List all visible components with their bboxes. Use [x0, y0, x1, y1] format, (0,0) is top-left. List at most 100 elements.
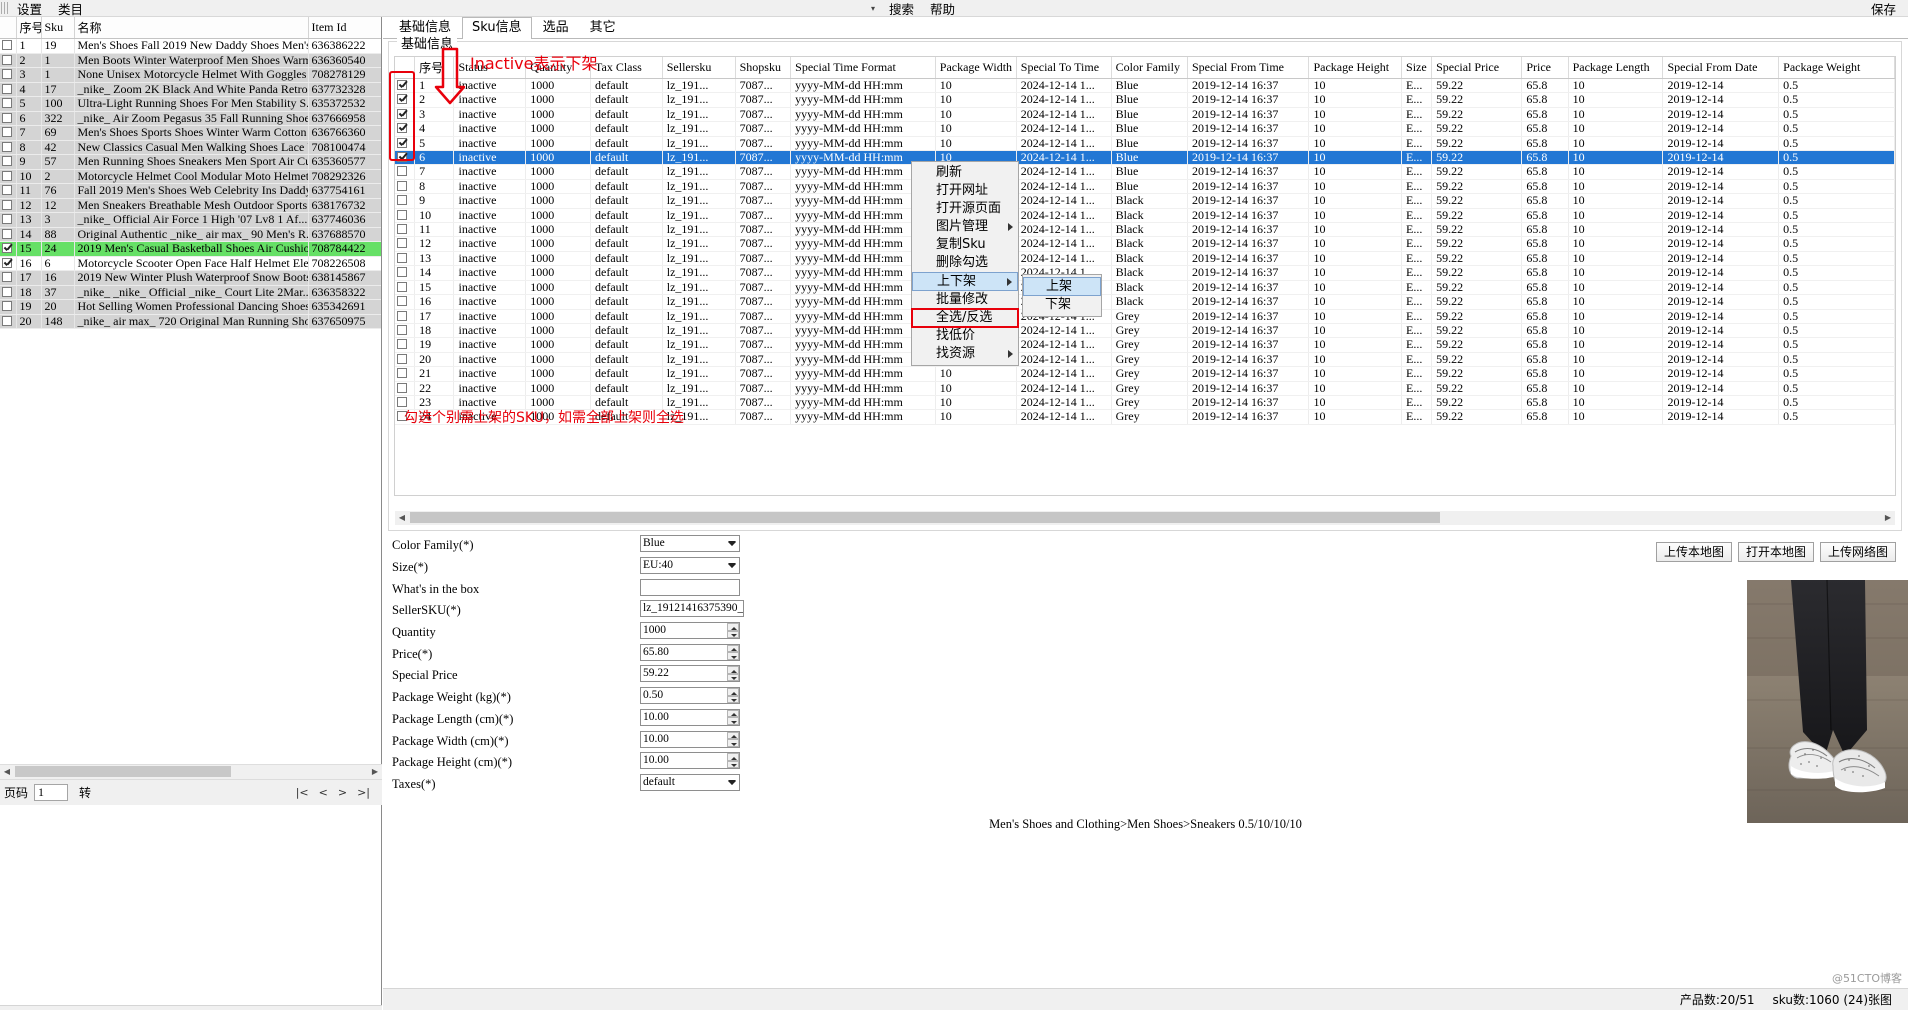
- input-sellersku[interactable]: lz_19121416375390_19: [640, 600, 744, 618]
- input-package-height-cm[interactable]: 10.00: [640, 752, 740, 770]
- sku-row-checkbox[interactable]: [395, 294, 416, 310]
- sku-column-16[interactable]: Package Length: [1568, 57, 1664, 79]
- sku-column-9[interactable]: Special To Time: [1016, 57, 1112, 79]
- sku-row-checkbox[interactable]: [395, 164, 416, 180]
- sku-row-checkbox[interactable]: [395, 251, 416, 267]
- spinner-down-icon[interactable]: [727, 630, 739, 639]
- table-row[interactable]: 7 69 Men's Shoes Sports Shoes Winter Warm …: [0, 125, 381, 141]
- sku-row-checkbox[interactable]: [395, 236, 416, 252]
- row-checkbox[interactable]: [0, 314, 17, 329]
- menu-item-settings[interactable]: 设置: [9, 0, 50, 19]
- spinner-down-icon[interactable]: [727, 652, 739, 660]
- sku-table-row[interactable]: 6 inactive 1000 default lz_191... 7087... yyyy…: [395, 150, 1895, 166]
- sku-scroll-right-icon[interactable]: ▶: [1881, 510, 1895, 525]
- context-menu-item-6[interactable]: 删除勾选: [912, 254, 1018, 272]
- table-row[interactable]: 12 12 Men Sneakers Breathable Mesh Outdoor…: [0, 198, 381, 213]
- table-row[interactable]: 10 2 Motorcycle Helmet Cool Modular Moto H…: [0, 169, 381, 184]
- chevron-down-icon[interactable]: [728, 541, 736, 547]
- table-row[interactable]: 9 57 Men Running Shoes Sneakers Men Sport …: [0, 154, 381, 170]
- row-checkbox[interactable]: [0, 154, 17, 170]
- row-checkbox[interactable]: [0, 299, 17, 315]
- sku-table-row[interactable]: 9 inactive 1000 default lz_191... 7087... yyyy…: [395, 193, 1895, 209]
- row-checkbox[interactable]: [0, 227, 17, 242]
- sku-column-13[interactable]: Size: [1401, 57, 1433, 79]
- context-menu-item-11[interactable]: 找资源: [912, 345, 1018, 363]
- column-item-id[interactable]: Item Id: [308, 17, 381, 39]
- sku-row-checkbox[interactable]: [395, 179, 416, 195]
- spinner-down-icon[interactable]: [727, 717, 739, 725]
- sku-table-row[interactable]: 13 inactive 1000 default lz_191... 7087... yyy…: [395, 251, 1895, 267]
- checkbox-icon[interactable]: [2, 127, 12, 137]
- chevron-down-icon[interactable]: ▾: [871, 4, 881, 13]
- sku-table-row[interactable]: 7 inactive 1000 default lz_191... 7087... yyyy…: [395, 164, 1895, 180]
- sku-table-row[interactable]: 1 inactive 1000 default lz_191... 7087... yyyy…: [395, 78, 1895, 94]
- input-what-s-in-the-box[interactable]: [640, 578, 740, 596]
- page-number-input[interactable]: 1: [34, 784, 69, 801]
- checkbox-icon[interactable]: [397, 209, 407, 220]
- row-checkbox[interactable]: [0, 212, 17, 228]
- context-menu-item-10[interactable]: 找低价: [912, 327, 1018, 345]
- sku-row-checkbox[interactable]: [395, 352, 416, 368]
- sku-column-10[interactable]: Color Family: [1111, 57, 1189, 79]
- checkbox-icon[interactable]: [397, 368, 407, 379]
- row-checkbox[interactable]: [0, 198, 17, 213]
- spinner-down-icon[interactable]: [727, 760, 739, 769]
- sku-row-checkbox[interactable]: [395, 280, 416, 296]
- checkbox-icon[interactable]: [2, 228, 12, 239]
- checkbox-icon[interactable]: [2, 199, 12, 210]
- context-menu-item-1[interactable]: 刷新: [912, 164, 1018, 182]
- select-color-family[interactable]: Blue: [640, 535, 740, 553]
- sku-column-5[interactable]: Sellersku: [662, 57, 736, 79]
- checkbox-icon[interactable]: [2, 243, 12, 253]
- sku-table-row[interactable]: 17 inactive 1000 default lz_191... 7087... yyy…: [395, 309, 1895, 324]
- context-menu-item-4[interactable]: 图片管理: [912, 218, 1018, 236]
- row-checkbox[interactable]: [0, 270, 17, 286]
- sku-table-row[interactable]: 11 inactive 1000 default lz_191... 7087... yyy…: [395, 222, 1895, 238]
- checkbox-icon[interactable]: [2, 54, 12, 65]
- context-menu-item-5[interactable]: 复制Sku: [912, 236, 1018, 254]
- row-checkbox[interactable]: [0, 67, 17, 83]
- input-package-weight-kg[interactable]: 0.50: [640, 687, 740, 705]
- spinner-control[interactable]: [727, 623, 739, 639]
- checkbox-icon[interactable]: [2, 214, 12, 224]
- sku-table-row[interactable]: 22 inactive 1000 default lz_191... 7087... yyy…: [395, 381, 1895, 396]
- sku-scroll-left-icon[interactable]: ◀: [395, 510, 409, 525]
- sku-table-row[interactable]: 14 inactive 1000 default lz_191... 7087... yyy…: [395, 265, 1895, 281]
- table-row[interactable]: 14 88 Original Authentic _nike_ air max_ 9…: [0, 227, 381, 242]
- table-row[interactable]: 11 76 Fall 2019 Men's Shoes Web Celebrity …: [0, 183, 381, 199]
- sku-table-row[interactable]: 19 inactive 1000 default lz_191... 7087... yyy…: [395, 337, 1895, 353]
- spinner-control[interactable]: [727, 753, 739, 769]
- row-checkbox[interactable]: [0, 53, 17, 68]
- column-checkbox-all[interactable]: [0, 17, 17, 39]
- sku-table-row[interactable]: 12 inactive 1000 default lz_191... 7087... yyy…: [395, 236, 1895, 252]
- checkbox-icon[interactable]: [397, 180, 407, 191]
- context-menu-item-3[interactable]: 打开源页面: [912, 200, 1018, 218]
- sku-column-4[interactable]: Tax Class: [590, 57, 663, 79]
- checkbox-icon[interactable]: [2, 272, 12, 282]
- spinner-control[interactable]: [727, 644, 739, 660]
- sku-column-7[interactable]: Special Time Format: [790, 57, 936, 79]
- checkbox-icon[interactable]: [2, 185, 12, 195]
- sku-table-row[interactable]: 16 inactive 1000 default lz_191... 7087... yyy…: [395, 294, 1895, 310]
- submenu-item-2[interactable]: 下架: [1023, 296, 1101, 314]
- spinner-up-icon[interactable]: [727, 623, 739, 631]
- checkbox-icon[interactable]: [2, 112, 12, 123]
- open-local-image-button[interactable]: 打开本地图: [1737, 542, 1814, 562]
- row-checkbox[interactable]: [0, 140, 17, 155]
- checkbox-icon[interactable]: [397, 267, 407, 278]
- sku-table-row[interactable]: 20 inactive 1000 default lz_191... 7087... yyy…: [395, 352, 1895, 368]
- checkbox-icon[interactable]: [397, 224, 407, 235]
- table-row[interactable]: 4 17 _nike_ Zoom 2K Black And White Panda …: [0, 82, 381, 97]
- table-row[interactable]: 15 24 2019 Men's Casual Basketball Shoes A…: [0, 241, 381, 257]
- sku-table-row[interactable]: 15 inactive 1000 default lz_191... 7087... yyy…: [395, 280, 1895, 296]
- checkbox-icon[interactable]: [2, 83, 12, 94]
- checkbox-icon[interactable]: [397, 296, 407, 307]
- checkbox-icon[interactable]: [397, 353, 407, 364]
- sku-column-8[interactable]: Package Width: [935, 57, 1017, 79]
- table-row[interactable]: 8 42 New Classics Casual Men Walking Shoes…: [0, 140, 381, 155]
- spinner-up-icon[interactable]: [727, 731, 739, 740]
- row-checkbox[interactable]: [0, 82, 17, 97]
- context-menu-item-2[interactable]: 打开网址: [912, 182, 1018, 200]
- row-checkbox[interactable]: [0, 241, 17, 257]
- left-scroll-thumb[interactable]: [15, 765, 231, 777]
